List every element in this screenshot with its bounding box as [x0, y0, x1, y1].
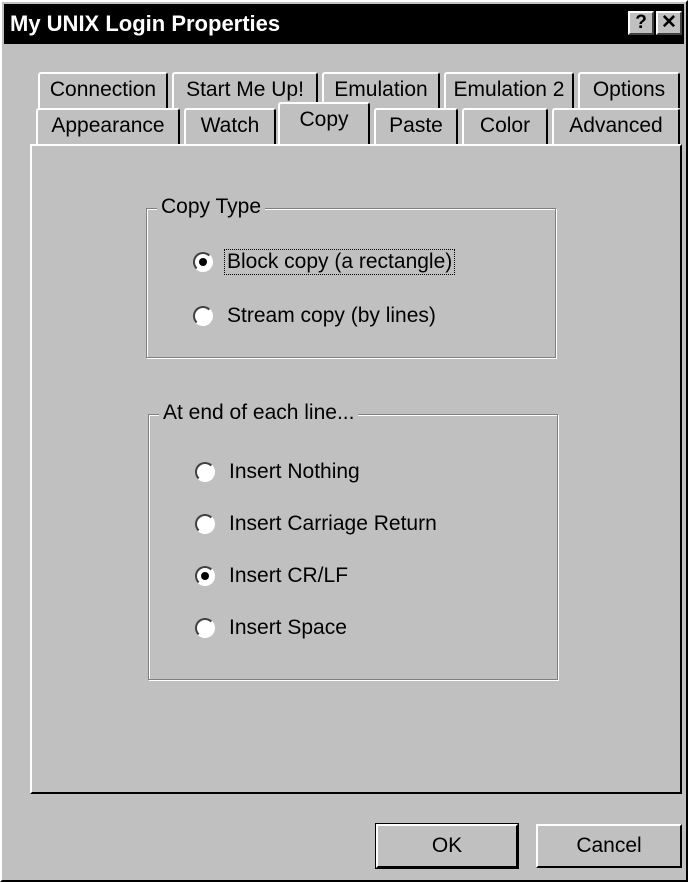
- tab-copy[interactable]: Copy: [278, 102, 370, 144]
- tab-label: Advanced: [569, 114, 663, 137]
- help-button[interactable]: ?: [628, 11, 654, 35]
- radio-block-copy[interactable]: Block copy (a rectangle): [193, 247, 456, 277]
- radio-button-icon[interactable]: [195, 618, 215, 638]
- radio-button-icon[interactable]: [195, 514, 215, 534]
- ok-button[interactable]: OK: [375, 823, 519, 869]
- tab-label: Watch: [200, 114, 260, 137]
- window-title: My UNIX Login Properties: [10, 11, 281, 36]
- close-icon: ✕: [661, 12, 677, 33]
- line-end-label: At end of each line...: [159, 401, 359, 425]
- radio-label: Insert Space: [229, 616, 347, 639]
- copy-tab-panel: Copy Type Block copy (a rectangle) Strea…: [30, 144, 682, 794]
- radio-label: Insert Carriage Return: [229, 512, 437, 535]
- tab-watch[interactable]: Watch: [184, 108, 276, 144]
- close-button[interactable]: ✕: [656, 11, 682, 35]
- copy-type-group: Copy Type Block copy (a rectangle) Strea…: [146, 195, 556, 358]
- tab-paste[interactable]: Paste: [374, 108, 458, 144]
- tab-label: Start Me Up!: [186, 78, 304, 101]
- radio-label: Insert CR/LF: [229, 564, 349, 587]
- tab-label: Emulation: [334, 78, 428, 101]
- radio-button-icon[interactable]: [195, 566, 215, 586]
- properties-dialog: My UNIX Login Properties ? ✕ Connection …: [0, 0, 688, 882]
- radio-stream-copy[interactable]: Stream copy (by lines): [193, 301, 438, 331]
- tab-label: Appearance: [51, 114, 165, 137]
- tab-emulation-2[interactable]: Emulation 2: [444, 72, 574, 108]
- help-icon: ?: [635, 12, 647, 33]
- tab-color[interactable]: Color: [462, 108, 548, 144]
- title-bar[interactable]: My UNIX Login Properties ? ✕: [4, 4, 684, 44]
- radio-button-icon[interactable]: [193, 306, 213, 326]
- tab-label: Copy: [299, 108, 349, 131]
- line-end-group: At end of each line... Insert Nothing In…: [148, 401, 558, 680]
- tab-appearance[interactable]: Appearance: [36, 108, 180, 144]
- radio-button-icon[interactable]: [195, 462, 215, 482]
- cancel-button[interactable]: Cancel: [536, 824, 682, 868]
- tab-connection[interactable]: Connection: [38, 72, 168, 108]
- tab-label: Color: [479, 114, 531, 137]
- radio-insert-carriage-return[interactable]: Insert Carriage Return: [195, 509, 439, 539]
- radio-insert-crlf[interactable]: Insert CR/LF: [195, 561, 350, 591]
- radio-insert-space[interactable]: Insert Space: [195, 613, 349, 643]
- tab-label: Paste: [389, 114, 443, 137]
- copy-type-label: Copy Type: [157, 195, 266, 219]
- radio-insert-nothing[interactable]: Insert Nothing: [195, 457, 362, 487]
- tab-options[interactable]: Options: [578, 72, 680, 108]
- tab-label: Emulation 2: [453, 78, 565, 101]
- tab-advanced[interactable]: Advanced: [552, 108, 680, 144]
- radio-label: Insert Nothing: [229, 460, 360, 483]
- tab-label: Options: [592, 78, 666, 101]
- radio-label: Block copy (a rectangle): [223, 249, 456, 275]
- radio-label: Stream copy (by lines): [227, 304, 436, 327]
- radio-button-icon[interactable]: [193, 252, 213, 272]
- tab-label: Connection: [49, 78, 157, 101]
